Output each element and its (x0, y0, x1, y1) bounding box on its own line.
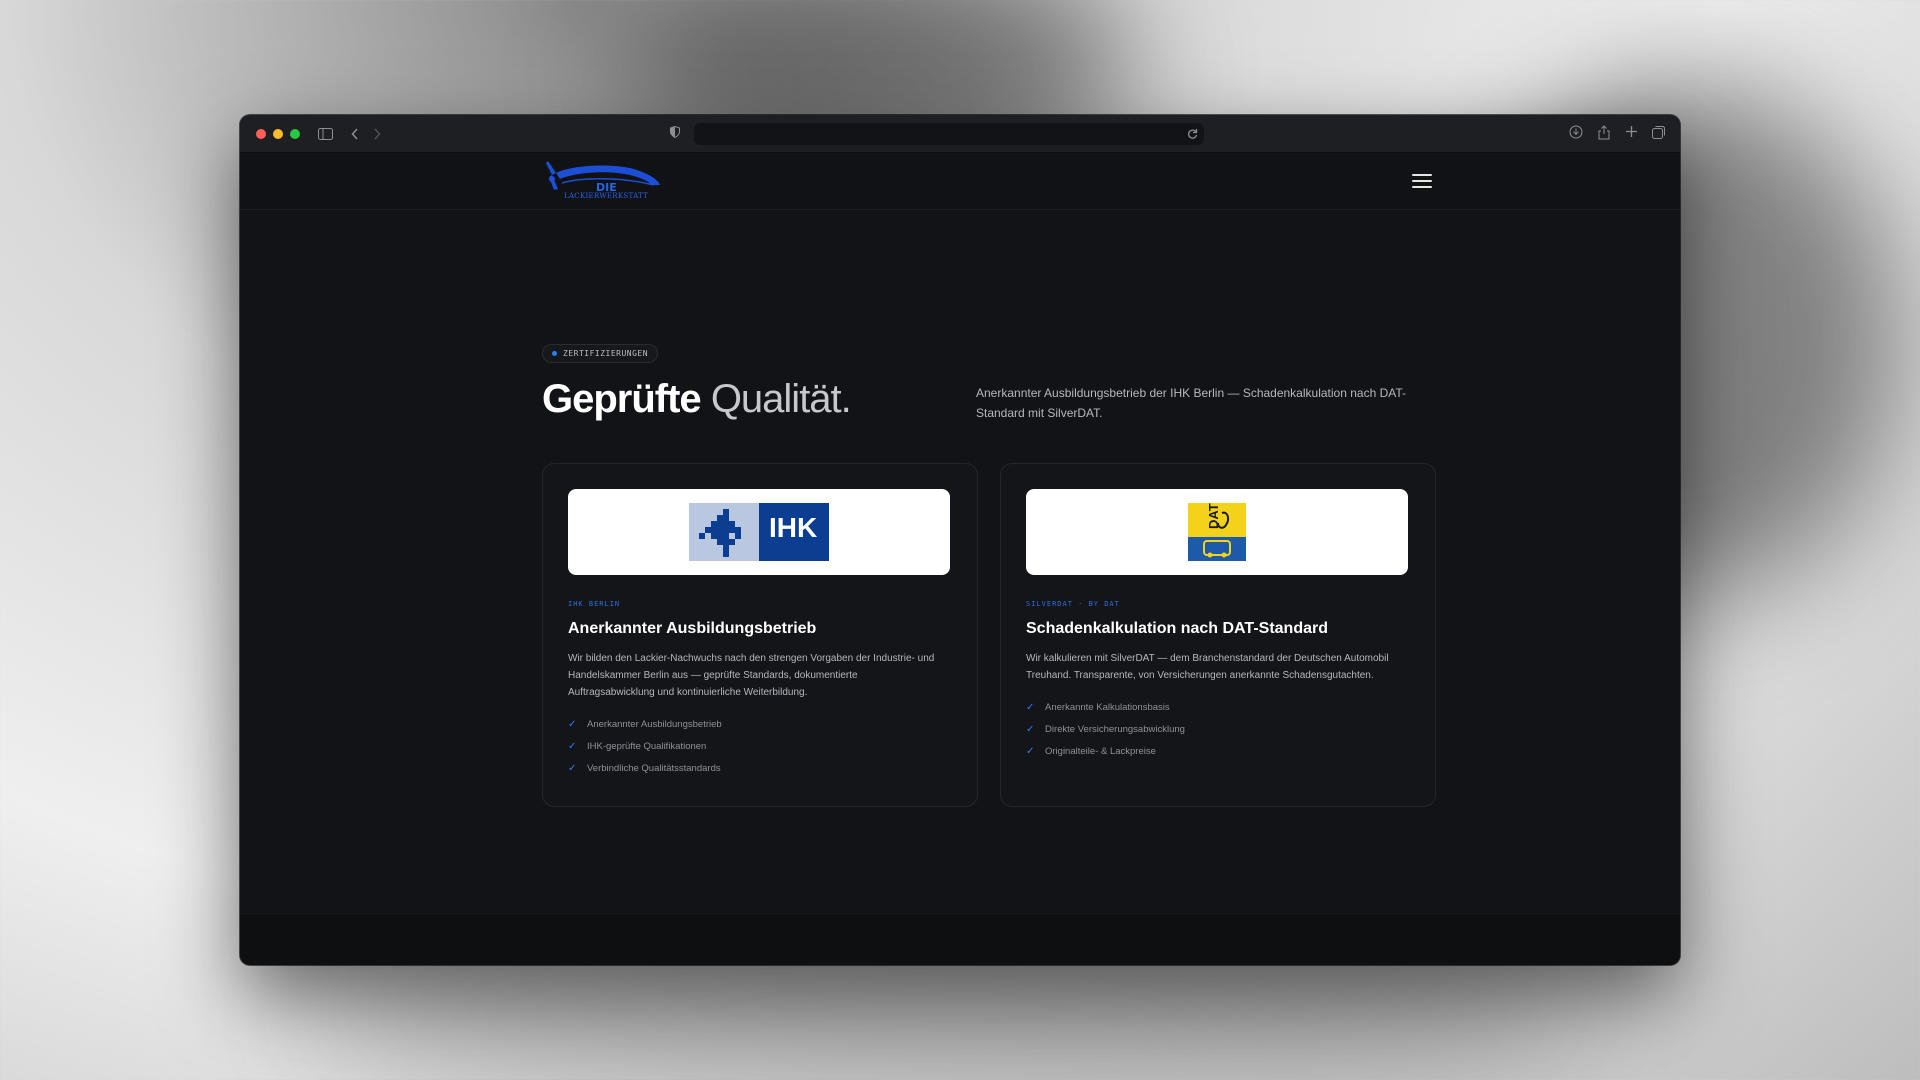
check-icon: ✓ (568, 762, 577, 774)
check-icon: ✓ (1026, 701, 1035, 713)
list-item: ✓ Originalteile- & Lackpreise (1026, 740, 1410, 762)
check-icon: ✓ (1026, 723, 1035, 735)
forward-arrow-icon[interactable] (373, 127, 381, 140)
back-arrow-icon[interactable] (351, 127, 359, 140)
badge-label: ZERTIFIZIERUNGEN (563, 349, 649, 358)
reload-icon[interactable] (1187, 127, 1198, 145)
address-bar-area (670, 123, 1204, 145)
ihk-logo-text: IHK (769, 512, 817, 543)
section-badge: ZERTIFIZIERUNGEN (542, 344, 659, 363)
share-icon[interactable] (1597, 125, 1611, 145)
check-list: ✓ Anerkannter Ausbildungsbetrieb ✓ IHK-gep… (568, 713, 952, 779)
card-description: Wir kalkulieren mit SilverDAT — dem Bran… (1026, 653, 1389, 681)
hamburger-menu-icon[interactable] (1412, 174, 1432, 188)
browser-toolbar-right (1569, 125, 1666, 145)
card-tag: SILVERDAT · BY DAT (1026, 600, 1120, 608)
zoom-window-button[interactable] (290, 128, 300, 139)
title-light: Qualität. (710, 377, 852, 421)
card-title: Schadenkalkulation nach DAT-Standard (1026, 620, 1328, 637)
window-controls (256, 128, 300, 139)
check-label: Anerkannter Ausbildungsbetrieb (587, 718, 722, 730)
title-bold: Geprüfte (542, 377, 702, 421)
list-item: ✓ Direkte Versicherungsabwicklung (1026, 718, 1410, 740)
minimize-window-button[interactable] (273, 128, 283, 139)
check-list: ✓ Anerkannte Kalkulationsbasis ✓ Direkte V… (1026, 696, 1410, 762)
card-dat: DAT SILVERDAT · BY DAT Schadenkalkulatio… (1000, 463, 1436, 807)
card-description: Wir bilden den Lackier-Nachwuchs nach de… (568, 653, 935, 698)
list-item: ✓ IHK-geprüfte Qualifikationen (568, 735, 952, 757)
check-icon: ✓ (1026, 745, 1035, 757)
headline-row: Geprüfte Qualität. Anerkannter Ausbildun… (542, 377, 1436, 423)
ihk-logo-icon: IHK (689, 503, 829, 561)
close-window-button[interactable] (256, 128, 266, 139)
check-label: Anerkannte Kalkulationsbasis (1045, 701, 1170, 713)
check-label: Direkte Versicherungsabwicklung (1045, 723, 1185, 735)
site-header: DIE LACKIERWERKSTATT (240, 153, 1680, 210)
download-icon[interactable] (1569, 125, 1583, 145)
site-logo[interactable]: DIE LACKIERWERKSTATT (542, 159, 662, 203)
browser-window: DIE LACKIERWERKSTATT ZERTIFIZIERUNGEN Ge… (240, 115, 1680, 965)
check-icon: ✓ (568, 740, 577, 752)
dat-logo-box: DAT (1026, 489, 1408, 575)
card-title: Anerkannter Ausbildungsbetrieb (568, 620, 817, 637)
new-tab-icon[interactable] (1625, 125, 1638, 145)
ihk-logo-box: IHK (568, 489, 950, 575)
section-intro: Anerkannter Ausbildungsbetrieb der IHK B… (976, 386, 1407, 420)
dat-logo-icon: DAT (1188, 503, 1246, 561)
list-item: ✓ Verbindliche Qualitätsstandards (568, 757, 952, 779)
logo-subtitle: LACKIERWERKSTATT (564, 192, 649, 200)
check-icon: ✓ (568, 718, 577, 730)
check-label: Originalteile- & Lackpreise (1045, 745, 1156, 757)
footer-strip (240, 913, 1680, 965)
certifications-section: ZERTIFIZIERUNGEN Geprüfte Qualität. Aner… (542, 343, 1436, 807)
sidebar-toggle-icon[interactable] (318, 127, 333, 140)
browser-titlebar (240, 115, 1680, 153)
check-label: IHK-geprüfte Qualifikationen (587, 740, 707, 752)
page-title: Geprüfte Qualität. (542, 377, 852, 423)
card-ihk: IHK IHK BERLIN Anerkannter Ausbildungsbe… (542, 463, 978, 807)
list-item: ✓ Anerkannte Kalkulationsbasis (1026, 696, 1410, 718)
check-label: Verbindliche Qualitätsstandards (587, 762, 721, 774)
list-item: ✓ Anerkannter Ausbildungsbetrieb (568, 713, 952, 735)
card-tag: IHK BERLIN (568, 600, 621, 608)
privacy-shield-icon[interactable] (670, 125, 680, 143)
address-field[interactable] (694, 123, 1204, 145)
badge-dot-icon (552, 351, 557, 356)
tab-overview-icon[interactable] (1652, 125, 1666, 145)
cards-grid: IHK IHK BERLIN Anerkannter Ausbildungsbe… (542, 463, 1436, 807)
